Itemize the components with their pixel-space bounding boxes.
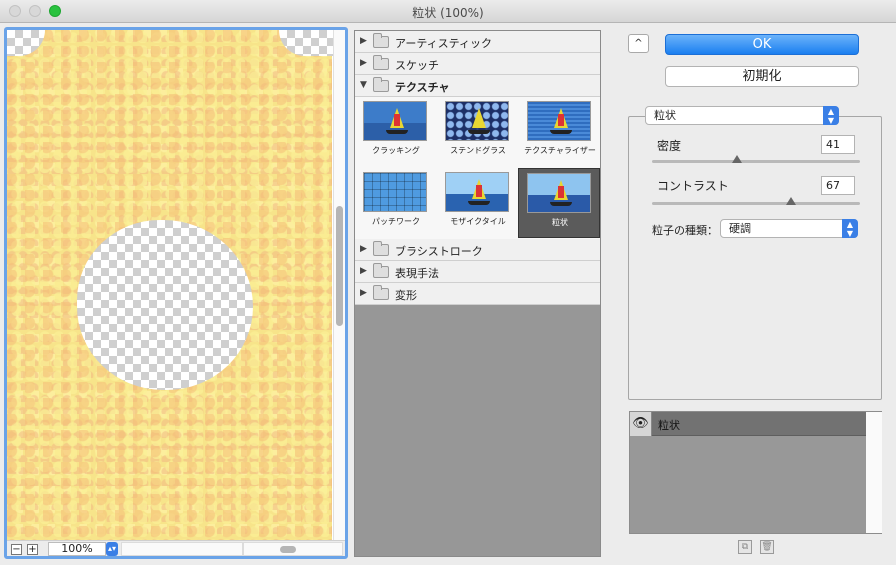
thumbnail-label: パッチワーク	[372, 217, 420, 226]
thumbnail-label: 粒状	[552, 218, 568, 227]
zoom-in-button[interactable]: +	[27, 544, 38, 555]
preview-vertical-scrollbar[interactable]	[333, 30, 345, 540]
density-field[interactable]: 41	[821, 135, 855, 154]
filter-select[interactable]: 粒状 ▲ ▼	[645, 106, 839, 125]
contrast-slider[interactable]	[652, 197, 860, 205]
transparent-area	[77, 220, 253, 390]
density-slider[interactable]	[652, 155, 860, 163]
contrast-field[interactable]: 67	[821, 176, 855, 195]
disclosure-right-icon: ▶	[360, 266, 367, 276]
category-sketch[interactable]: ▶ スケッチ	[355, 53, 600, 75]
disclosure-right-icon: ▶	[360, 58, 367, 68]
thumbnail-texturizer[interactable]: テクスチャライザー	[519, 97, 601, 167]
stained-glass-preview-image	[445, 101, 509, 141]
category-label: ブラシストローク	[395, 245, 483, 258]
title-bar: 粒状 (100%)	[0, 0, 896, 23]
grain-type-select[interactable]: 硬調 ▲ ▼	[720, 219, 858, 238]
contrast-label: コントラスト	[657, 179, 729, 193]
ok-button[interactable]: OK	[665, 34, 859, 55]
category-label: 変形	[395, 289, 417, 302]
open-folder-icon	[373, 77, 389, 92]
layers-scrollbar[interactable]	[866, 412, 882, 533]
category-label: 表現手法	[395, 267, 439, 280]
window-title: 粒状 (100%)	[412, 6, 484, 20]
folder-icon	[373, 33, 389, 48]
thumbnail-mosaic-tiles[interactable]: モザイクタイル	[437, 168, 519, 238]
category-label: スケッチ	[395, 59, 439, 72]
disclosure-right-icon: ▶	[360, 288, 367, 298]
horizontal-scroll-thumb[interactable]	[280, 546, 296, 553]
mosaic-tiles-preview-image	[445, 172, 509, 212]
texturizer-preview-image	[527, 101, 591, 141]
thumbnail-grain[interactable]: 粒状	[518, 168, 600, 238]
collapse-gallery-button[interactable]: ^	[628, 34, 649, 53]
patchwork-preview-image	[363, 172, 427, 212]
eye-icon[interactable]: 👁	[630, 412, 652, 436]
disclosure-down-icon: ▼	[360, 80, 367, 90]
effect-layer-name: 粒状	[658, 419, 680, 432]
zoom-out-button[interactable]: −	[11, 544, 22, 555]
effect-layers-list: 👁 粒状	[629, 411, 882, 534]
thumbnail-label: クラッキング	[372, 146, 420, 155]
preview-horizontal-scrollbar-right[interactable]	[243, 542, 343, 556]
trash-icon[interactable]: 🗑	[760, 540, 774, 554]
thumbnail-patchwork[interactable]: パッチワーク	[355, 168, 437, 238]
folder-icon	[373, 263, 389, 278]
category-brush-strokes[interactable]: ▶ ブラシストローク	[355, 239, 600, 261]
category-label: アーティスティック	[395, 37, 493, 50]
category-stylize[interactable]: ▶ 表現手法	[355, 261, 600, 283]
category-artistic[interactable]: ▶ アーティスティック	[355, 31, 600, 53]
density-slider-thumb[interactable]	[732, 155, 743, 163]
thumbnail-label: テクスチャライザー	[524, 146, 596, 155]
grain-type-value: 硬調	[729, 222, 751, 235]
texture-thumbnails: クラッキング ステンドグラス テクスチャライザー パッチワーク モザイクタイル	[355, 97, 600, 239]
folder-icon	[373, 285, 389, 300]
effect-layer-row[interactable]: 👁 粒状	[630, 412, 866, 436]
density-label: 密度	[657, 139, 682, 153]
select-arrows-icon: ▲ ▼	[823, 106, 839, 125]
thumbnail-label: ステンドグラス	[450, 146, 506, 155]
thumbnail-label: モザイクタイル	[450, 217, 506, 226]
category-distort[interactable]: ▶ 変形	[355, 283, 600, 305]
contrast-slider-thumb[interactable]	[786, 197, 797, 205]
reset-button[interactable]: 初期化	[665, 66, 859, 87]
filter-gallery: ▶ アーティスティック ▶ スケッチ ▼ テクスチャ クラッキング ステンドグラ…	[354, 30, 601, 557]
filter-settings-panel	[628, 116, 882, 400]
folder-icon	[373, 241, 389, 256]
new-effect-layer-icon[interactable]: ⧉	[738, 540, 752, 554]
category-label: テクスチャ	[395, 81, 450, 94]
preview-footer: − + 100% ▴▾	[7, 540, 345, 556]
disclosure-right-icon: ▶	[360, 36, 367, 46]
folder-icon	[373, 55, 389, 70]
craquelure-preview-image	[363, 101, 427, 141]
thumbnail-stained-glass[interactable]: ステンドグラス	[437, 97, 519, 167]
select-arrows-icon: ▲ ▼	[842, 219, 858, 238]
grain-preview-image	[527, 173, 591, 213]
zoom-level-field[interactable]: 100%	[48, 542, 106, 556]
disclosure-right-icon: ▶	[360, 244, 367, 254]
thumbnail-craquelure[interactable]: クラッキング	[355, 97, 437, 167]
category-texture[interactable]: ▼ テクスチャ	[355, 75, 600, 97]
preview-horizontal-scrollbar[interactable]	[121, 542, 243, 556]
vertical-scroll-thumb[interactable]	[336, 206, 343, 326]
preview-pane[interactable]: − + 100% ▴▾	[4, 27, 348, 559]
zoom-dropdown-icon[interactable]: ▴▾	[106, 542, 118, 556]
grain-type-label: 粒子の種類：	[652, 224, 718, 237]
filter-select-value: 粒状	[654, 109, 676, 122]
